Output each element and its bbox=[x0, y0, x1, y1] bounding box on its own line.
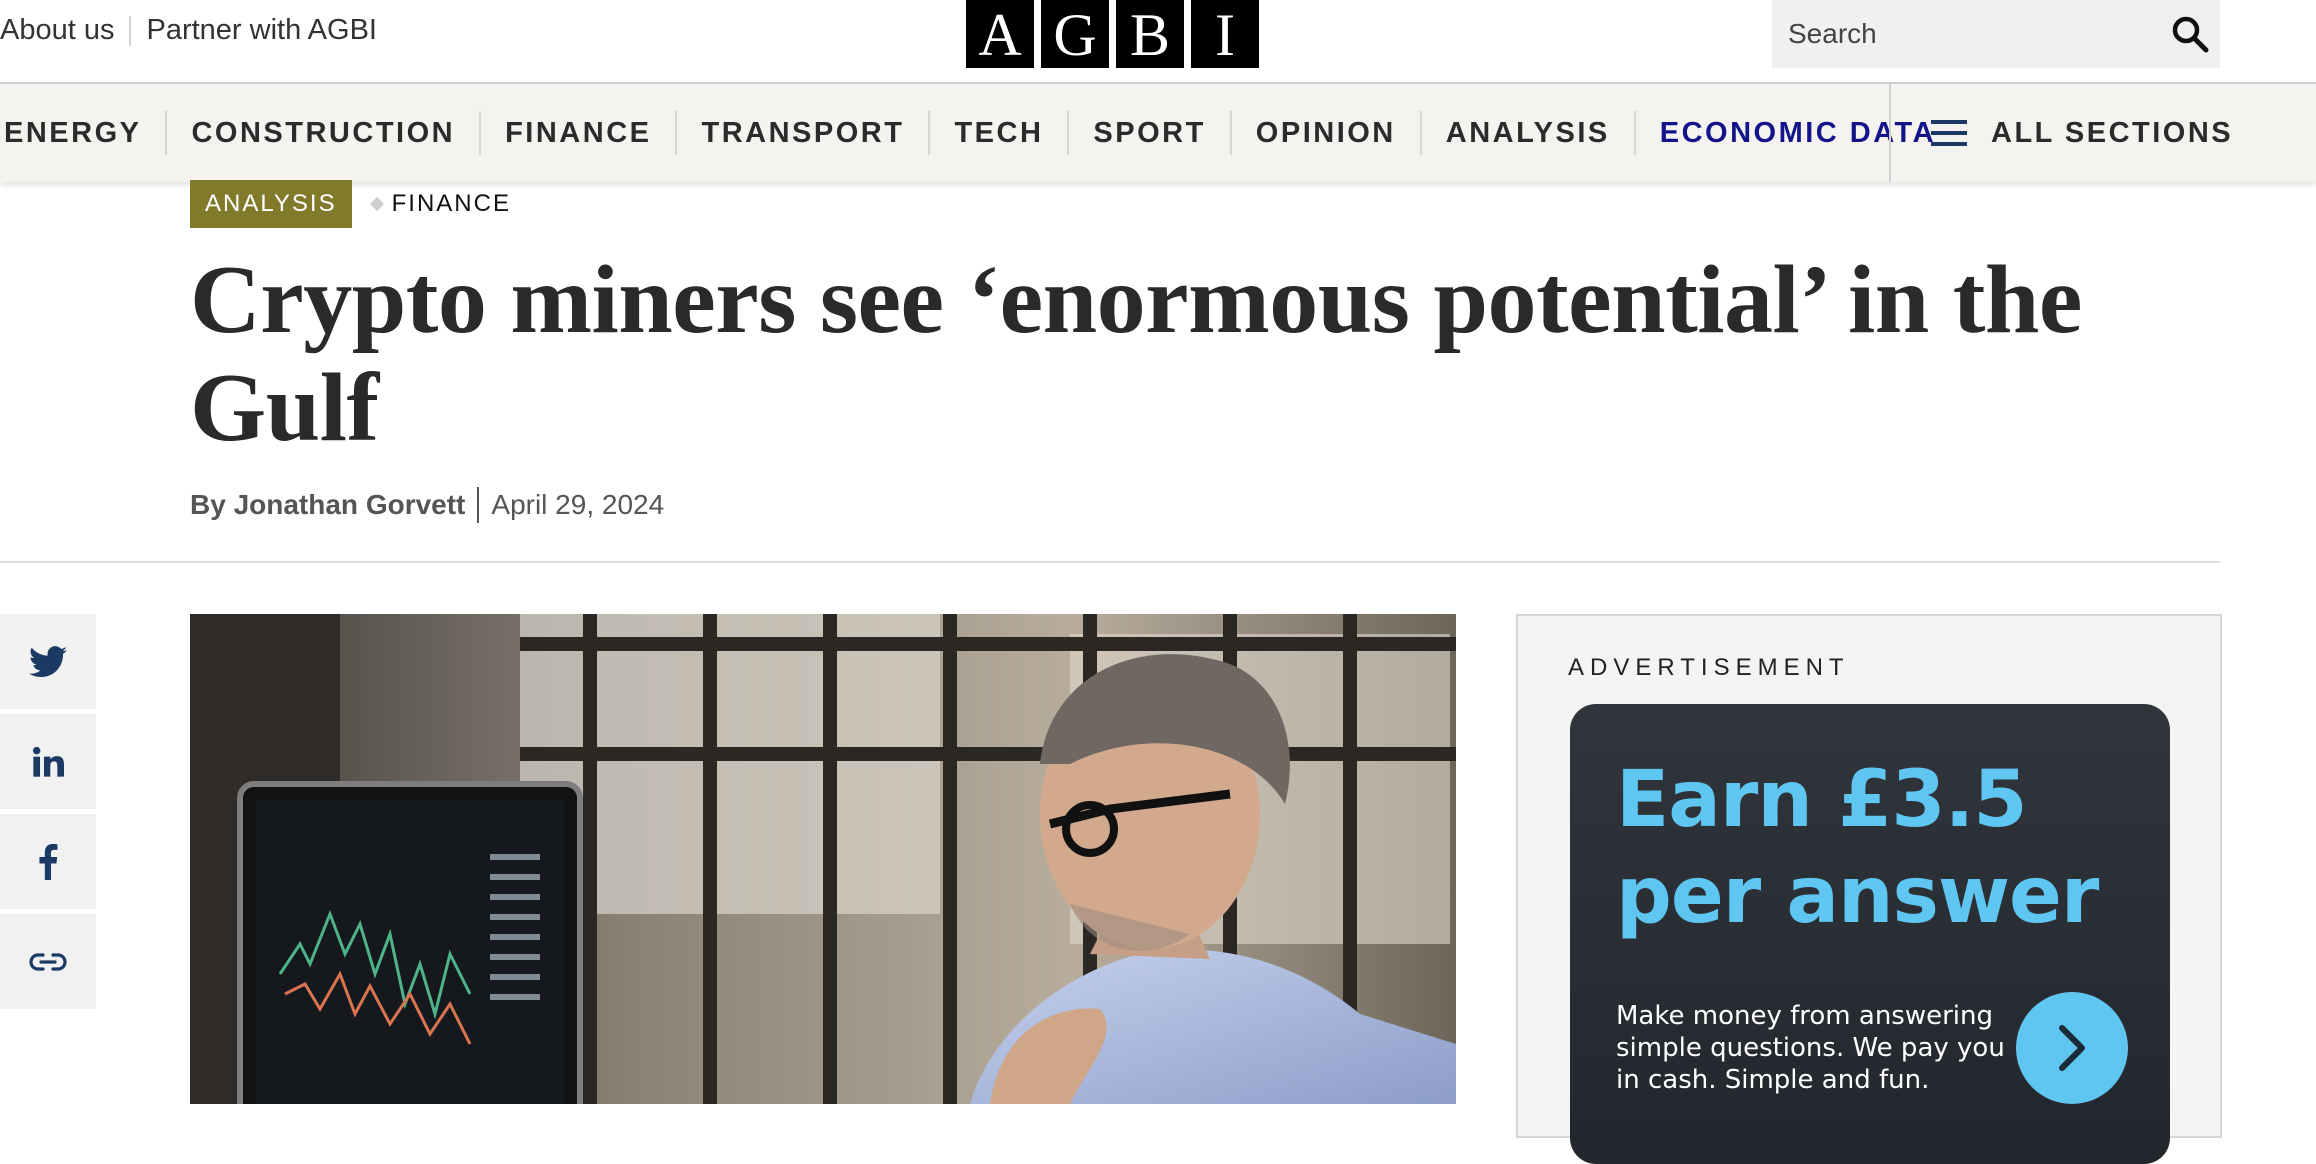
article-tags: ANALYSIS FINANCE bbox=[190, 180, 511, 228]
nav-item-finance[interactable]: FINANCE bbox=[479, 111, 675, 155]
nav-items: ENERGY CONSTRUCTION FINANCE TRANSPORT TE… bbox=[0, 84, 1960, 182]
all-sections-button[interactable]: ALL SECTIONS bbox=[1889, 84, 2233, 182]
ad-cta-button[interactable] bbox=[2016, 992, 2128, 1104]
ad-headline: Earn £3.5 per answer bbox=[1616, 755, 2099, 941]
top-links: About us Partner with AGBI bbox=[0, 14, 377, 47]
logo-letter-i: I bbox=[1191, 0, 1259, 68]
man-at-trading-monitor-photo bbox=[190, 614, 1456, 1104]
twitter-icon bbox=[29, 645, 67, 677]
nav-item-sport[interactable]: SPORT bbox=[1067, 111, 1229, 155]
header-divider bbox=[0, 561, 2220, 563]
nav-item-construction[interactable]: CONSTRUCTION bbox=[165, 111, 479, 155]
author-link[interactable]: Jonathan Gorvett bbox=[234, 489, 466, 521]
nav-item-transport[interactable]: TRANSPORT bbox=[675, 111, 928, 155]
share-facebook-button[interactable] bbox=[0, 814, 96, 909]
top-links-divider bbox=[129, 15, 132, 46]
all-sections-label: ALL SECTIONS bbox=[1991, 116, 2234, 149]
search-icon[interactable] bbox=[2170, 14, 2210, 54]
hamburger-menu-icon bbox=[1931, 120, 1967, 146]
article-headline: Crypto miners see ‘enormous potential’ i… bbox=[190, 246, 2082, 462]
share-linkedin-button[interactable] bbox=[0, 714, 96, 809]
tag-separator-diamond bbox=[369, 196, 384, 212]
search-input[interactable] bbox=[1772, 0, 2148, 68]
chevron-right-icon bbox=[2059, 1025, 2085, 1071]
logo-letter-a: A bbox=[966, 0, 1034, 68]
logo-letter-b: B bbox=[1116, 0, 1184, 68]
advertisement-label: ADVERTISEMENT bbox=[1568, 654, 1850, 681]
publish-date: April 29, 2024 bbox=[491, 489, 665, 520]
ad-body-text: Make money from answering simple questio… bbox=[1616, 1001, 2005, 1095]
nav-item-analysis[interactable]: ANALYSIS bbox=[1419, 111, 1634, 155]
ad-card[interactable]: Earn £3.5 per answer Make money from ans… bbox=[1570, 704, 2170, 1164]
share-bar bbox=[0, 614, 96, 1014]
nav-item-opinion[interactable]: OPINION bbox=[1229, 111, 1420, 155]
top-bar: About us Partner with AGBI A G B I bbox=[0, 0, 2316, 82]
site-logo[interactable]: A G B I bbox=[966, 0, 1259, 68]
nav-item-energy[interactable]: ENERGY bbox=[0, 111, 165, 155]
tag-finance[interactable]: FINANCE bbox=[392, 190, 511, 218]
byline-divider bbox=[477, 487, 480, 523]
search-box bbox=[1772, 0, 2220, 68]
byline: By Jonathan Gorvett April 29, 2024 bbox=[190, 487, 664, 523]
link-icon bbox=[29, 952, 67, 971]
partner-link[interactable]: Partner with AGBI bbox=[146, 14, 377, 47]
nav-item-tech[interactable]: TECH bbox=[928, 111, 1067, 155]
advertisement-box: ADVERTISEMENT Earn £3.5 per answer Make … bbox=[1516, 614, 2222, 1164]
about-us-link[interactable]: About us bbox=[0, 14, 114, 47]
hero-image bbox=[190, 614, 1456, 1104]
byline-prefix: By bbox=[190, 489, 226, 520]
linkedin-icon bbox=[32, 746, 64, 777]
facebook-icon bbox=[39, 843, 58, 880]
share-twitter-button[interactable] bbox=[0, 614, 96, 709]
copy-link-button[interactable] bbox=[0, 914, 96, 1009]
tag-analysis[interactable]: ANALYSIS bbox=[190, 180, 352, 228]
main-nav: ENERGY CONSTRUCTION FINANCE TRANSPORT TE… bbox=[0, 82, 2316, 182]
logo-letter-g: G bbox=[1041, 0, 1109, 68]
